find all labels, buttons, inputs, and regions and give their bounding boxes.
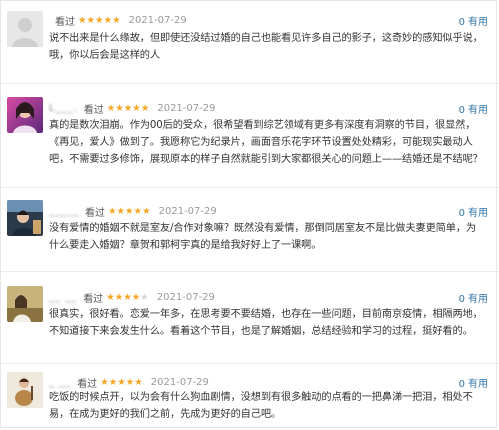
divider	[1, 363, 499, 364]
rating-stars: ★★★★★	[108, 206, 151, 217]
username[interactable]: __ __	[49, 292, 77, 303]
avatar[interactable]	[7, 372, 43, 408]
watched-label: 看过	[55, 17, 75, 28]
divider	[1, 187, 499, 188]
useful-button[interactable]: 0 有用	[459, 375, 488, 390]
stars-empty: ★	[140, 292, 149, 303]
avatar[interactable]	[7, 286, 43, 322]
useful-button[interactable]: 0 有用	[459, 13, 488, 28]
stars-filled: ★★★★	[106, 292, 141, 303]
review-date: 2021-07-29	[157, 103, 216, 114]
review-meta: _____ 看过 ★★★★★ 2021-07-29	[49, 204, 217, 219]
review-meta: L___. 看过 ★★★★★ 2021-07-29	[49, 101, 215, 116]
useful-button[interactable]: 0 有用	[459, 204, 488, 219]
user-avatar-icon	[7, 200, 43, 236]
rating-stars: ★★★★★	[78, 15, 121, 26]
divider	[1, 271, 499, 272]
watched-label: 看过	[85, 208, 105, 219]
useful-label: 有用	[468, 208, 488, 219]
watched-label: 看过	[83, 294, 104, 305]
review-text: 真的是数次泪崩。作为00后的受众，很希望看到综艺领域有更多有深度有洞察的节目，很…	[49, 120, 483, 165]
default-avatar-icon	[7, 11, 43, 47]
user-avatar-icon	[7, 97, 43, 133]
review-date: 2021-07-29	[150, 377, 209, 388]
review-meta: __ __ 看过 ★★★★★ 2021-07-29	[49, 290, 215, 305]
watched-label: 看过	[77, 379, 98, 390]
review-text: 说不出来是什么缘故，但即使还没结过婚的自己也能看见许多自己的影子，这奇妙的感知似…	[49, 33, 483, 61]
useful-count: 0	[458, 17, 465, 28]
avatar-default[interactable]	[7, 11, 43, 47]
useful-button[interactable]: 0 有用	[459, 290, 488, 305]
useful-label: 有用	[468, 105, 488, 116]
useful-count: 0	[458, 105, 465, 116]
useful-label: 有用	[468, 17, 488, 28]
review-text: 没有爱情的婚姻不就是室友/合作对象嘛？既然没有爱情，那倒同居室友不是比做夫妻更简…	[49, 223, 477, 251]
review-date: 2021-07-29	[158, 206, 217, 217]
username[interactable]: _____	[49, 206, 79, 217]
rating-stars: ★★★★★	[106, 292, 149, 303]
review-date: 2021-07-29	[156, 292, 215, 303]
divider	[1, 83, 499, 84]
review-text: 吃饭的时候点开，以为会有什么狗血剧情，没想到有很多触动的点看的一把鼻涕一把泪，相…	[49, 392, 473, 420]
useful-count: 0	[458, 294, 465, 305]
review-list: 看过 ★★★★★ 2021-07-29 0 有用 说不出来是什么缘故，但即使还没结…	[0, 0, 499, 428]
review-meta: _ __ 看过 ★★★★★ 2021-07-29	[49, 375, 209, 390]
rating-stars: ★★★★★	[100, 377, 143, 388]
avatar[interactable]	[7, 97, 43, 133]
review-meta: 看过 ★★★★★ 2021-07-29	[49, 13, 187, 28]
username[interactable]: L___.	[49, 103, 78, 114]
review-date: 2021-07-29	[128, 15, 187, 26]
useful-label: 有用	[468, 294, 488, 305]
rating-stars: ★★★★★	[106, 103, 150, 114]
useful-count: 0	[458, 208, 465, 219]
avatar[interactable]	[7, 200, 43, 236]
watched-label: 看过	[83, 105, 104, 116]
user-avatar-icon	[7, 372, 43, 408]
useful-button[interactable]: 0 有用	[459, 101, 488, 116]
username[interactable]: _ __	[49, 377, 71, 388]
user-avatar-icon	[7, 286, 43, 322]
review-text: 很真实，很好看。恋爱一年多，在思考要不要结婚，也存在一些问题，目前南京疫情，相隔…	[49, 309, 483, 337]
